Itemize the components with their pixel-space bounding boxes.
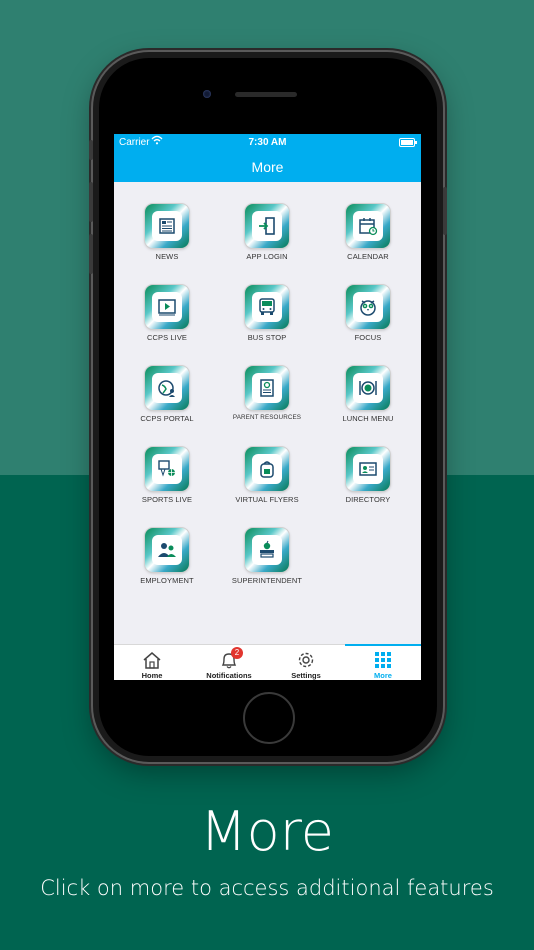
calendar-icon — [346, 204, 390, 248]
tile-label: VIRTUAL FLYERS — [235, 495, 299, 504]
school-bus-icon — [245, 285, 289, 329]
books-apple-icon — [245, 528, 289, 572]
tile-label: SUPERINTENDENT — [231, 576, 303, 585]
tile-label: CCPS LIVE — [146, 333, 188, 342]
tile-ccps-live[interactable]: CCPS LIVE — [117, 285, 217, 342]
tile-bus-stop[interactable]: BUS STOP — [217, 285, 317, 342]
tile-label: LUNCH MENU — [342, 414, 394, 423]
tile-label: EMPLOYMENT — [140, 576, 194, 585]
nav-bar-title: More — [114, 152, 421, 182]
tab-label: Notifications — [206, 671, 252, 680]
mute-switch — [89, 140, 93, 160]
tab-label: More — [374, 671, 392, 680]
gear-icon — [298, 652, 314, 668]
tile-sports-live[interactable]: SPORTS LIVE — [117, 447, 217, 504]
tile-label: FOCUS — [354, 333, 382, 342]
home-icon — [143, 652, 161, 669]
grid-icon — [375, 652, 391, 668]
bottom-tab-bar: Home 2 Notifications Settings More — [114, 644, 421, 680]
caption-subtitle: Click on more to access additional featu… — [40, 876, 494, 900]
tab-home[interactable]: Home — [114, 645, 190, 680]
more-features-grid: NEWS APP LOGIN CALENDAR CCPS LIVE BUS ST… — [114, 182, 421, 642]
caption-title: More — [200, 800, 334, 863]
backpack-icon — [245, 447, 289, 491]
tile-lunch-menu[interactable]: LUNCH MENU — [318, 366, 418, 423]
earpiece-speaker — [235, 92, 297, 97]
tile-label: CALENDAR — [347, 252, 389, 261]
tile-label: PARENT RESOURCES — [232, 414, 302, 421]
globe-user-icon — [145, 366, 189, 410]
contact-card-icon — [346, 447, 390, 491]
front-camera — [203, 90, 211, 98]
tab-label: Settings — [291, 671, 321, 680]
tab-more[interactable]: More — [345, 644, 421, 680]
tile-news[interactable]: NEWS — [117, 204, 217, 261]
plate-cutlery-icon — [346, 366, 390, 410]
tile-parent-resources[interactable]: PARENT RESOURCES — [217, 366, 317, 421]
app-screen: Carrier 7:30 AM More NEWS APP LOGIN CALE… — [114, 134, 421, 680]
notification-badge: 2 — [231, 647, 243, 659]
phone-frame: Carrier 7:30 AM More NEWS APP LOGIN CALE… — [89, 52, 447, 762]
tab-settings[interactable]: Settings — [268, 645, 344, 680]
login-door-icon — [245, 204, 289, 248]
power-button — [443, 187, 447, 235]
volume-up-button — [89, 182, 93, 222]
tile-calendar[interactable]: CALENDAR — [318, 204, 418, 261]
tab-label: Home — [141, 671, 163, 680]
tile-label: SPORTS LIVE — [141, 495, 193, 504]
basketball-hoop-icon — [145, 447, 189, 491]
owl-icon — [346, 285, 390, 329]
tile-superintendent[interactable]: SUPERINTENDENT — [217, 528, 317, 585]
tile-virtual-flyers[interactable]: VIRTUAL FLYERS — [217, 447, 317, 504]
tile-employment[interactable]: EMPLOYMENT — [117, 528, 217, 585]
tile-label: APP LOGIN — [246, 252, 288, 261]
tile-directory[interactable]: DIRECTORY — [318, 447, 418, 504]
tile-label: DIRECTORY — [345, 495, 391, 504]
tab-notifications[interactable]: 2 Notifications — [191, 645, 267, 680]
clock-time: 7:30 AM — [248, 137, 287, 148]
tile-label: BUS STOP — [247, 333, 287, 342]
video-player-icon — [145, 285, 189, 329]
home-hardware-button[interactable] — [243, 692, 295, 744]
tile-label: NEWS — [155, 252, 179, 261]
tile-ccps-portal[interactable]: CCPS PORTAL — [117, 366, 217, 423]
volume-down-button — [89, 234, 93, 274]
tile-app-login[interactable]: APP LOGIN — [217, 204, 317, 261]
battery-icon — [399, 138, 417, 147]
tile-label: CCPS PORTAL — [140, 414, 194, 423]
document-check-icon — [245, 366, 289, 410]
people-icon — [145, 528, 189, 572]
newspaper-icon — [145, 204, 189, 248]
status-bar: Carrier 7:30 AM — [114, 134, 421, 152]
tile-focus[interactable]: FOCUS — [318, 285, 418, 342]
